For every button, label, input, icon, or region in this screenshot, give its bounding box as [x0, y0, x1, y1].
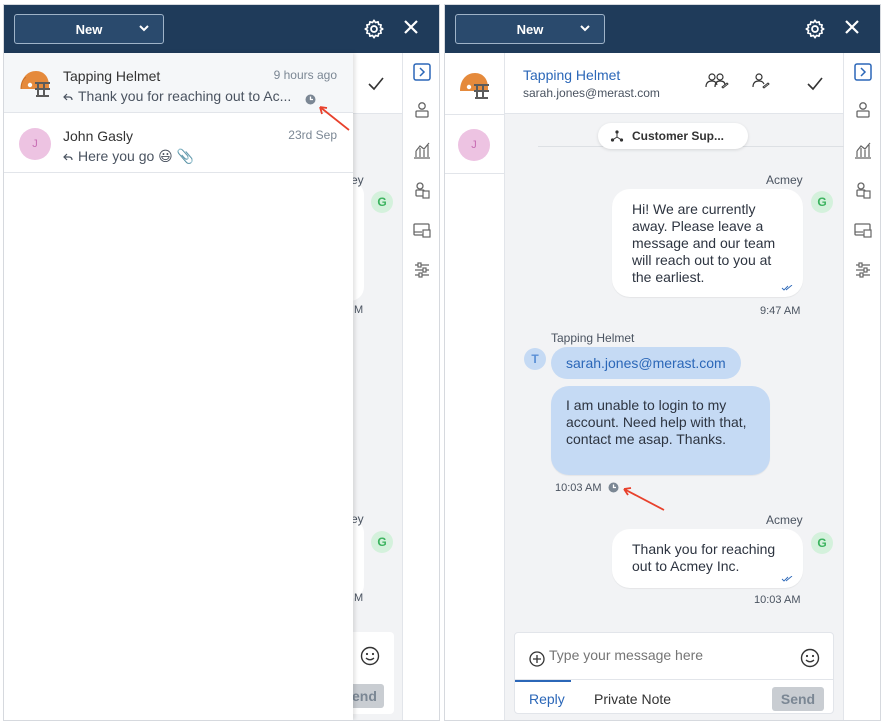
new-button[interactable]: New: [455, 14, 605, 44]
message-bubble: I am unable to login to my account. Need…: [551, 386, 770, 475]
last-message: Thank you for reaching out to Ac...: [78, 88, 292, 104]
timestamp: 9 hours ago: [273, 68, 337, 82]
contact-icon[interactable]: [854, 101, 872, 119]
message-text: Thank you for reaching out to Acmey Inc.: [632, 541, 776, 574]
agent-avatar: G: [811, 191, 833, 213]
contact-name[interactable]: Tapping Helmet: [523, 67, 620, 83]
annotation-arrow-icon: [319, 106, 350, 131]
analytics-icon[interactable]: [413, 141, 431, 159]
contact-details-icon[interactable]: [854, 181, 872, 199]
chevron-down-icon: [139, 25, 149, 32]
reply-icon: [63, 153, 73, 161]
hidden-timestamp: M: [354, 592, 364, 604]
message-bubble: Thank you for reaching out to Acmey Inc.: [612, 529, 803, 588]
ticket-icon[interactable]: [413, 221, 431, 239]
message-email: sarah.jones@merast.com: [566, 355, 726, 371]
right-panel: New J Tapping Helmet sarah.jones@merast.…: [444, 4, 881, 721]
message-time: 9:47 AM: [760, 305, 801, 317]
hidden-send-label: end: [352, 688, 377, 704]
hidden-timestamp: M: [354, 304, 364, 316]
list-item[interactable]: J John Gasly 23rd Sep Here you go 😃 📎: [4, 113, 353, 173]
expand-panel-icon[interactable]: [413, 63, 431, 81]
message-text: I am unable to login to my account. Need…: [566, 397, 747, 447]
message-sender: Tapping Helmet: [551, 331, 635, 345]
contact-email: sarah.jones@merast.com: [523, 86, 660, 100]
double-check-icon: [781, 285, 793, 291]
contact-details-icon[interactable]: [413, 181, 431, 199]
list-item[interactable]: J: [445, 114, 505, 174]
agent-avatar: G: [811, 532, 833, 554]
annotation-arrow-icon: [623, 487, 665, 511]
message-text: Hi! We are currently away. Please leave …: [632, 201, 776, 285]
agent-avatar: G: [371, 191, 393, 213]
message-bubble: Hi! We are currently away. Please leave …: [612, 189, 803, 297]
right-rail: [843, 53, 880, 720]
helmet-avatar-icon: [20, 71, 50, 97]
inbox-name: Customer Sup...: [632, 129, 725, 143]
tab-reply[interactable]: Reply: [529, 691, 565, 707]
email-bubble[interactable]: sarah.jones@merast.com: [551, 347, 741, 379]
message-time: 10:03 AM: [754, 594, 801, 606]
emoji-icon[interactable]: [800, 648, 820, 668]
top-bar: New: [445, 5, 880, 53]
tab-private-note[interactable]: Private Note: [594, 691, 671, 707]
message-time: 10:03 AM: [555, 482, 602, 494]
customer-avatar: T: [524, 348, 546, 370]
chevron-down-icon: [580, 25, 590, 32]
message-sender: Acmey: [766, 513, 803, 527]
active-tab-indicator: [515, 680, 571, 682]
avatar: J: [458, 129, 490, 161]
contact-icon[interactable]: [413, 101, 431, 119]
new-button[interactable]: New: [14, 14, 164, 44]
message-input[interactable]: [549, 647, 779, 663]
clock-icon: [608, 482, 619, 493]
inbox-icon: [610, 130, 624, 142]
check-icon[interactable]: [368, 77, 384, 91]
right-rail: [402, 53, 439, 720]
list-item[interactable]: Tapping Helmet 9 hours ago Thank you for…: [4, 53, 353, 113]
helmet-avatar-icon[interactable]: [457, 69, 491, 103]
last-message: Here you go 😃 📎: [78, 148, 195, 164]
gear-icon[interactable]: [363, 18, 385, 40]
settings-sliders-icon[interactable]: [413, 261, 431, 279]
add-attachment-icon[interactable]: [529, 651, 545, 667]
clock-icon: [305, 94, 316, 105]
conversation-header: Tapping Helmet sarah.jones@merast.com: [505, 53, 843, 114]
agent-avatar: G: [371, 531, 393, 553]
expand-panel-icon[interactable]: [854, 63, 872, 81]
close-icon[interactable]: [403, 19, 419, 35]
contact-name: Tapping Helmet: [63, 68, 161, 84]
top-bar: New: [4, 5, 439, 53]
send-button[interactable]: Send: [772, 687, 824, 711]
assign-team-icon[interactable]: [705, 72, 729, 90]
conversation-list: Tapping Helmet 9 hours ago Thank you for…: [4, 53, 353, 720]
hidden-send-button[interactable]: end: [348, 684, 384, 708]
settings-sliders-icon[interactable]: [854, 261, 872, 279]
gear-icon[interactable]: [804, 18, 826, 40]
inbox-pill[interactable]: Customer Sup...: [598, 123, 748, 149]
emoji-icon[interactable]: [360, 646, 380, 666]
message-composer: Reply Private Note Send: [514, 632, 834, 714]
left-panel: New ey G M ey G M end Tapping Helmet 9 h…: [3, 4, 440, 721]
conversation-mini-list: J: [445, 53, 505, 720]
composer-tabs: Reply Private Note Send: [515, 679, 833, 715]
avatar: J: [19, 128, 51, 160]
assign-agent-icon[interactable]: [751, 72, 771, 90]
double-check-icon: [781, 576, 793, 582]
resolve-check-icon[interactable]: [807, 77, 823, 91]
contact-name: John Gasly: [63, 128, 134, 144]
message-sender: Acmey: [766, 173, 803, 187]
reply-icon: [63, 93, 73, 101]
close-icon[interactable]: [844, 19, 860, 35]
ticket-icon[interactable]: [854, 221, 872, 239]
analytics-icon[interactable]: [854, 141, 872, 159]
